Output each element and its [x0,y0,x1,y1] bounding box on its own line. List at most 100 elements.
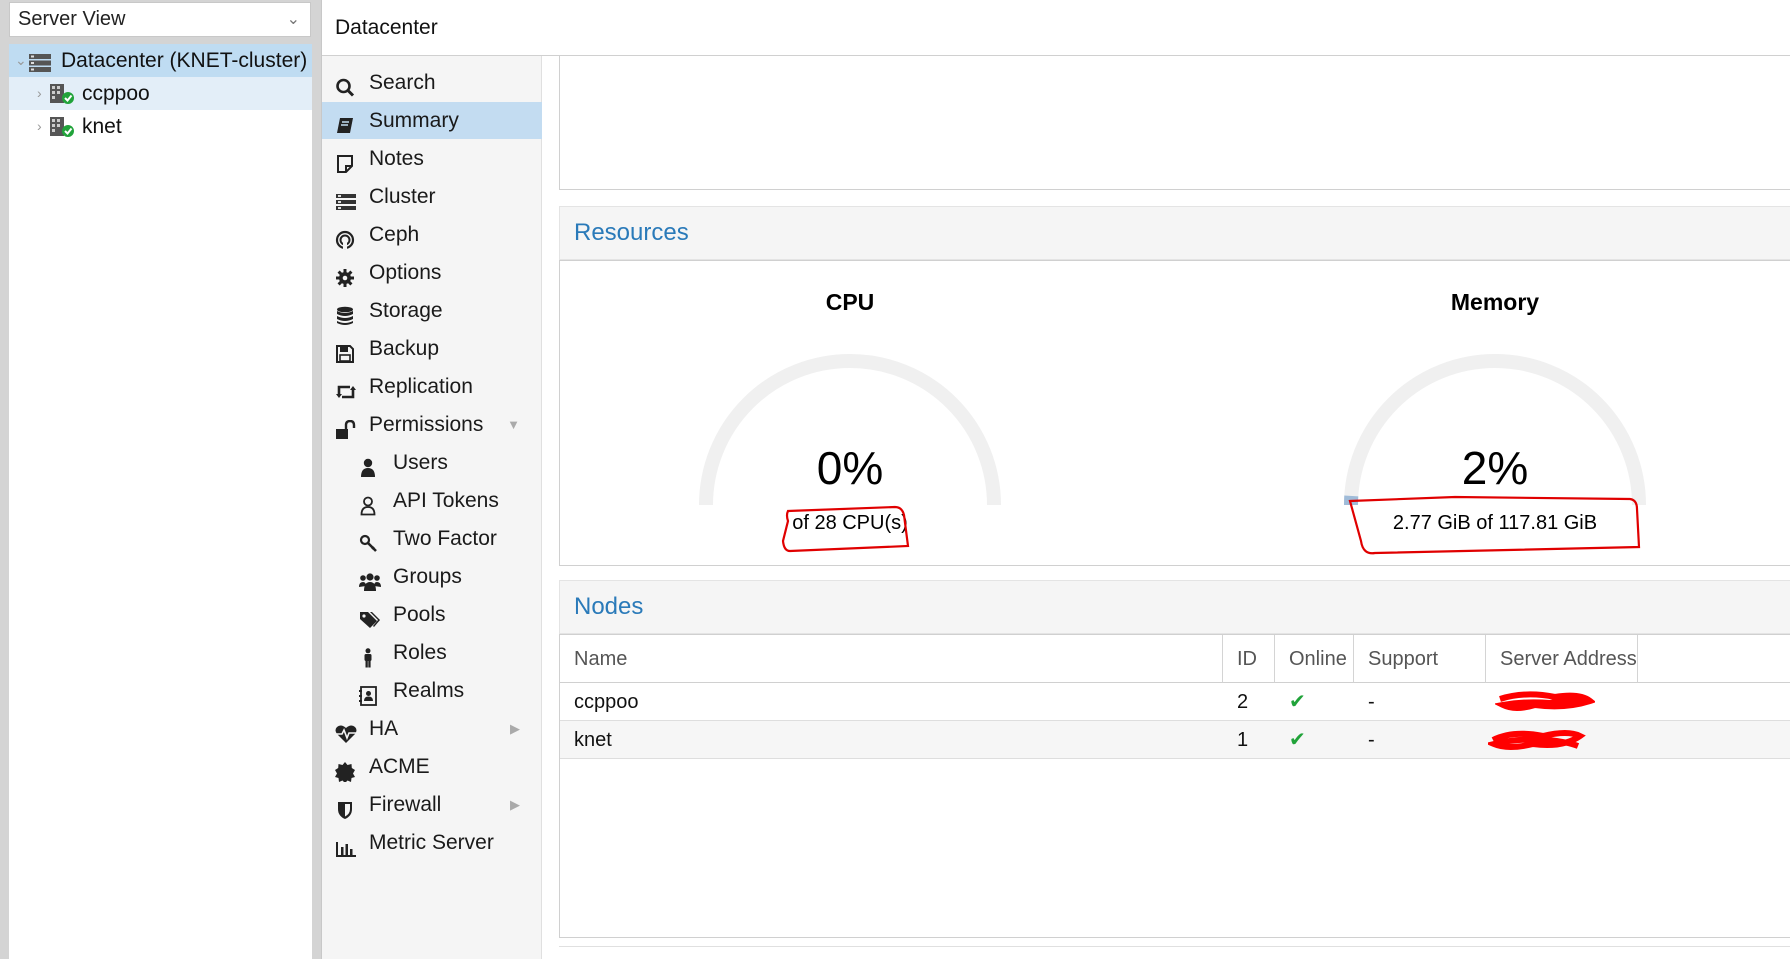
tree-item-node[interactable]: › knet [9,110,312,143]
health-panel [559,56,1790,190]
chevron-right-icon[interactable]: ▶ [510,710,520,747]
node-online-icon [49,115,75,148]
search-icon [335,73,357,97]
nodes-table: Name ID Online Support Server Address cc… [559,634,1790,938]
menu-item-ceph[interactable]: Ceph [322,216,542,253]
menu-item-acme[interactable]: ACME [322,748,542,785]
cell-support: - [1368,729,1375,751]
user-icon [359,453,381,477]
menu-label: Options [369,261,442,284]
retweet-icon [335,377,357,399]
menu-label: Backup [369,337,440,360]
column-header-online[interactable]: Online [1275,635,1354,683]
redacted-scribble [1488,730,1586,750]
menu-item-replication[interactable]: Replication [322,368,542,405]
note-icon [335,149,357,173]
cell-support: - [1368,691,1375,713]
certificate-icon [335,757,357,783]
column-header-server-address[interactable]: Server Address [1486,635,1638,683]
menu-label: Metric Server [369,831,494,854]
expand-icon[interactable]: › [37,110,42,143]
menu-item-permissions[interactable]: Permissions ▼ [322,406,542,443]
server-stack-icon [335,187,357,210]
cpu-gauge-detail: of 28 CPU(s) [792,512,908,534]
chevron-down-icon[interactable]: ▼ [507,406,520,443]
resource-tree-panel: Server View ⌄ ⌄ Datacenter (KNET-cluster… [0,0,320,959]
nodes-header: Nodes [559,580,1790,634]
menu-item-two-factor[interactable]: Two Factor [322,520,542,557]
cell-id: 1 [1237,729,1249,751]
menu-item-ha[interactable]: HA ▶ [322,710,542,747]
content-panel: Datacenter Search Summary Notes Cluster … [321,0,1790,959]
menu-item-groups[interactable]: Groups [322,558,542,595]
menu-label: Ceph [369,223,420,246]
menu-item-search[interactable]: Search [322,64,542,101]
menu-label: Notes [369,147,424,170]
floppy-icon [335,339,357,363]
memory-gauge: Memory 2% 2.77 GiB of 117.81 GiB [1295,261,1695,567]
expand-icon[interactable]: › [37,77,42,110]
menu-item-roles[interactable]: Roles [322,634,542,671]
breadcrumb: Datacenter [322,0,1790,56]
column-header-name[interactable]: Name [560,635,1223,683]
online-check-icon: ✔ [1289,691,1306,713]
chevron-down-icon[interactable]: ⌄ [287,3,300,36]
menu-item-options[interactable]: Options [322,254,542,291]
menu-label: Firewall [369,793,442,816]
menu-label: Pools [393,603,446,626]
resource-tree: ⌄ Datacenter (KNET-cluster) › ccppoo › k… [9,44,312,959]
menu-label: Storage [369,299,443,322]
menu-label: Replication [369,375,473,398]
menu-label: Users [393,451,448,474]
tree-label-node: knet [82,115,122,138]
bar-chart-icon [335,833,357,857]
tree-item-datacenter[interactable]: ⌄ Datacenter (KNET-cluster) [9,44,312,77]
users-icon [359,567,381,591]
column-header-id[interactable]: ID [1223,635,1275,683]
view-selector-value: Server View [18,8,126,30]
proxmox-window: Server View ⌄ ⌄ Datacenter (KNET-cluster… [0,0,1790,959]
menu-item-metric-server[interactable]: Metric Server [322,824,542,861]
cpu-gauge: CPU 0% of 28 CPU(s) [650,261,1050,567]
column-header-filler [1638,635,1790,683]
column-header-support[interactable]: Support [1354,635,1486,683]
menu-label: Search [369,71,436,94]
datacenter-menu: Search Summary Notes Cluster Ceph Option… [322,56,542,959]
menu-item-cluster[interactable]: Cluster [322,178,542,215]
table-row[interactable]: ccppoo 2 ✔ - [560,683,1790,721]
key-icon [359,529,381,552]
tree-item-node[interactable]: › ccppoo [9,77,312,110]
menu-label: Groups [393,565,462,588]
memory-gauge-detail: 2.77 GiB of 117.81 GiB [1392,512,1598,534]
chevron-right-icon[interactable]: ▶ [510,786,520,823]
view-selector[interactable]: Server View ⌄ [9,2,311,37]
database-icon [335,301,357,325]
user-outline-icon [359,491,381,516]
collapse-icon[interactable]: ⌄ [15,44,27,77]
menu-label: Realms [393,679,465,702]
menu-item-users[interactable]: Users [322,444,542,481]
menu-item-api-tokens[interactable]: API Tokens [322,482,542,519]
menu-label: Summary [369,109,459,132]
menu-label: HA [369,717,399,740]
menu-item-pools[interactable]: Pools [322,596,542,633]
online-check-icon: ✔ [1289,729,1306,751]
resources-header: Resources [559,206,1790,260]
unlock-icon [335,415,357,439]
menu-item-notes[interactable]: Notes [322,140,542,177]
menu-item-storage[interactable]: Storage [322,292,542,329]
heartbeat-icon [335,719,357,743]
panel-footer [559,946,1790,959]
summary-content: Resources CPU 0% of 28 CPU(s) Memory 2% … [543,56,1790,959]
menu-item-realms[interactable]: Realms [322,672,542,709]
menu-item-backup[interactable]: Backup [322,330,542,367]
menu-label: Permissions [369,413,484,436]
address-book-icon [359,681,381,706]
menu-label: ACME [369,755,430,778]
menu-item-firewall[interactable]: Firewall ▶ [322,786,542,823]
menu-item-summary[interactable]: Summary [322,102,542,139]
tree-label-node: ccppoo [82,82,150,105]
shield-icon [335,795,357,819]
memory-gauge-percent: 2% [1461,442,1529,494]
table-row[interactable]: knet 1 ✔ - [560,721,1790,759]
